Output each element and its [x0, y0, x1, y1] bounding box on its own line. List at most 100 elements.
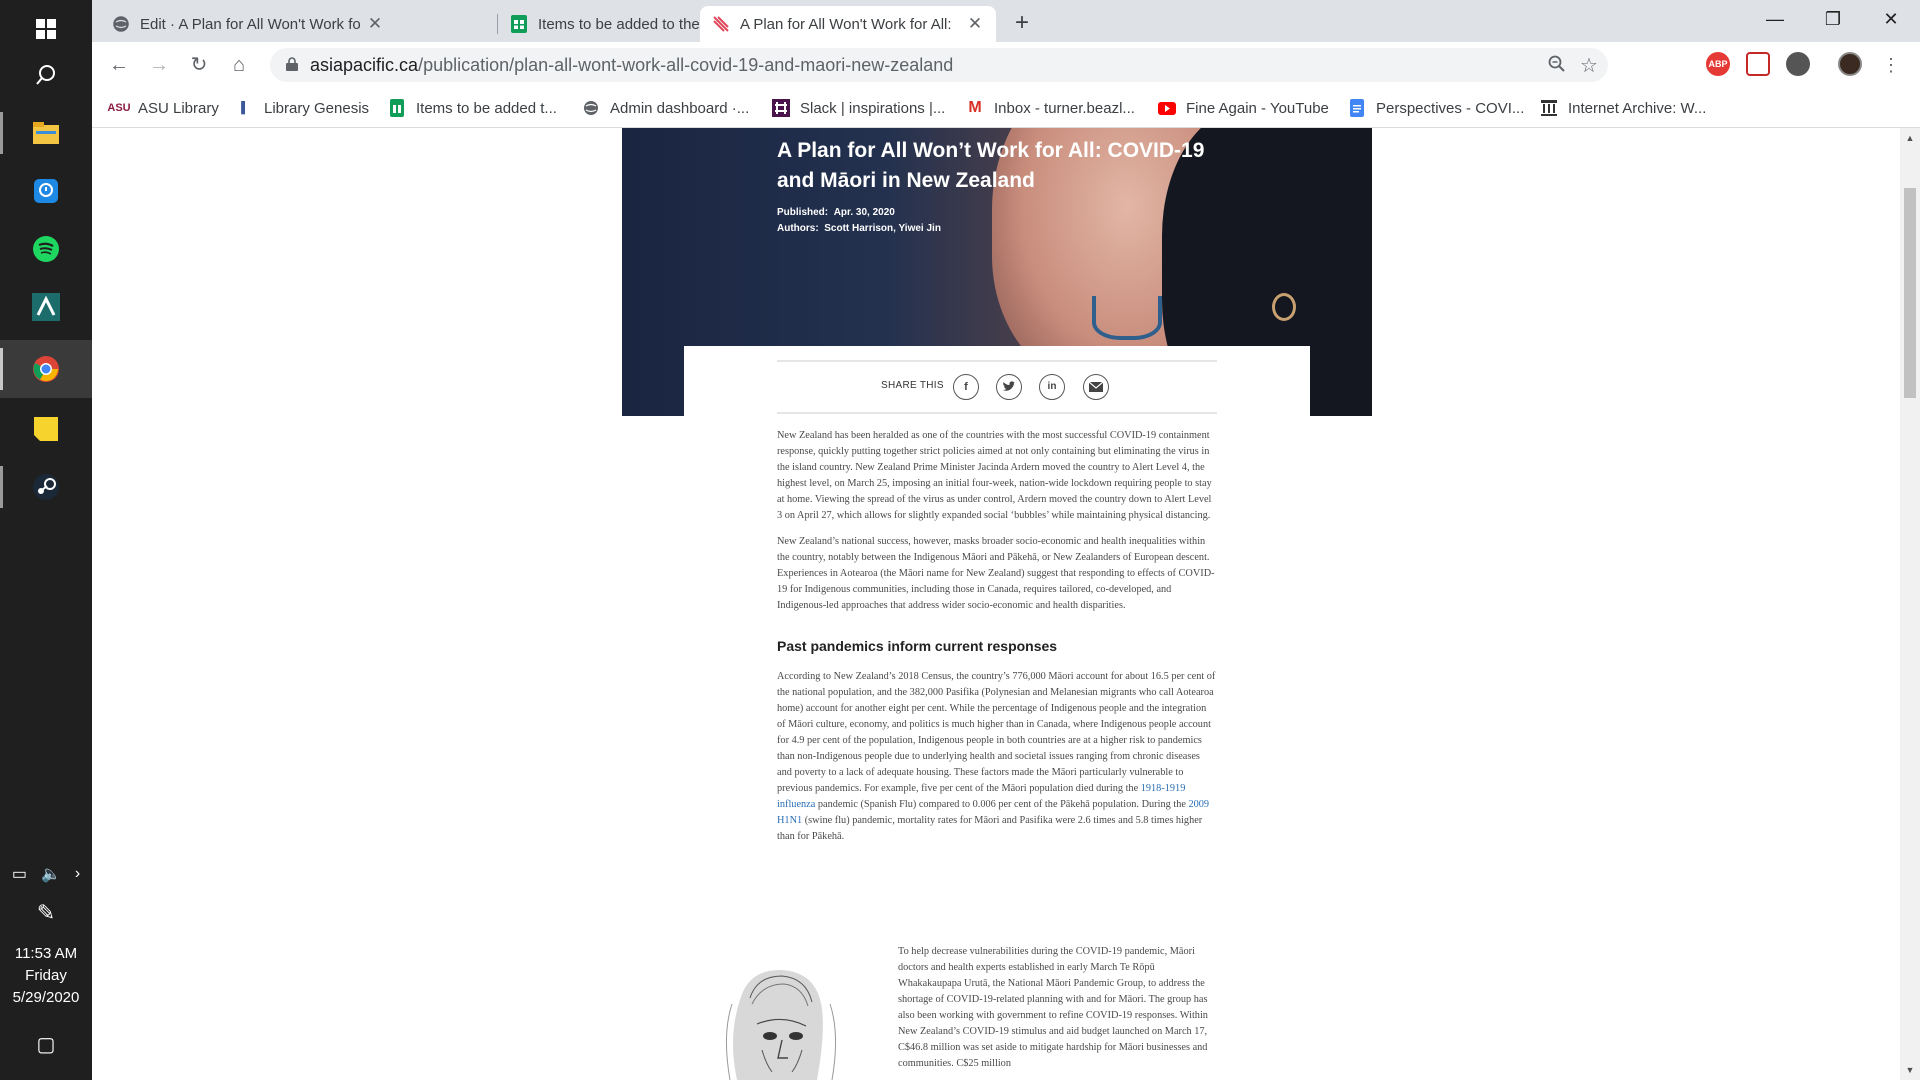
close-tab-icon[interactable]: ✕	[366, 14, 384, 34]
bookmark-items-sheet[interactable]: Items to be added t...	[388, 96, 557, 120]
help-icon[interactable]	[0, 162, 92, 220]
scroll-up-arrow-icon[interactable]: ▲	[1904, 132, 1916, 144]
globe-icon	[112, 15, 130, 33]
bookmark-label: Inbox - turner.beazl...	[994, 99, 1135, 117]
file-explorer-icon[interactable]	[0, 104, 92, 162]
profile-avatar[interactable]	[1838, 52, 1862, 76]
clock-day: Friday	[25, 967, 67, 984]
windows-taskbar: ▭ 🔈 › ✎ 11:53 AM Friday 5/29/2020 ▢	[0, 0, 92, 1080]
back-button[interactable]: ←	[104, 50, 134, 80]
tab-edit-plan[interactable]: Edit · A Plan for All Won't Work fo ✕	[100, 6, 396, 42]
bookmark-perspectives-doc[interactable]: Perspectives - COVI...	[1348, 96, 1524, 120]
tab-title: A Plan for All Won't Work for All:	[740, 15, 952, 33]
new-tab-button[interactable]: +	[1007, 8, 1037, 38]
url-text[interactable]: asiapacific.ca/publication/plan-all-wont…	[310, 48, 953, 82]
steam-icon[interactable]	[0, 458, 92, 516]
app-icon[interactable]	[0, 278, 92, 336]
gmail-icon: M	[968, 99, 982, 116]
system-tray: ▭ 🔈 ›	[0, 864, 92, 884]
close-window-button[interactable]: ✕	[1862, 0, 1920, 40]
reload-button[interactable]: ↻	[184, 50, 214, 80]
scroll-down-arrow-icon[interactable]: ▼	[1904, 1064, 1916, 1076]
twitter-share-icon[interactable]	[996, 374, 1022, 400]
article-body: New Zealand has been heralded as one of …	[777, 428, 1217, 855]
published-label: Published:	[777, 207, 829, 218]
bookmark-label: Internet Archive: W...	[1568, 99, 1707, 117]
paragraph-text: pandemic (Spanish Flu) compared to 0.006…	[815, 799, 1189, 810]
bookmark-star-icon[interactable]: ☆	[1578, 55, 1600, 77]
published-date: Apr. 30, 2020	[833, 207, 895, 218]
sticky-notes-icon[interactable]	[0, 400, 92, 458]
facebook-share-icon[interactable]: f	[953, 374, 979, 400]
clock-time: 11:53 AM	[14, 945, 78, 962]
url-host: asiapacific.ca	[310, 55, 419, 75]
bookmark-label: Fine Again - YouTube	[1186, 99, 1329, 117]
earring-image	[1272, 293, 1296, 321]
tab-strip: Edit · A Plan for All Won't Work fo ✕ It…	[92, 0, 1920, 42]
close-tab-icon[interactable]: ✕	[966, 14, 984, 34]
restore-button[interactable]: ❐	[1804, 0, 1862, 40]
spotify-icon[interactable]	[0, 220, 92, 278]
battery-icon[interactable]: ▭	[12, 864, 27, 884]
authors-list: Scott Harrison, Yiwei Jin	[824, 223, 941, 234]
bookmark-admin-dashboard[interactable]: Admin dashboard ·...	[582, 96, 749, 120]
authors-label: Authors:	[777, 223, 819, 234]
home-icon[interactable]: ⌂	[224, 50, 254, 80]
article-paragraph: New Zealand’s national success, however,…	[777, 536, 1215, 611]
docs-icon	[1348, 99, 1366, 117]
bookmark-label: Admin dashboard ·...	[610, 99, 750, 117]
pen-icon[interactable]: ✎	[0, 900, 92, 926]
extension-icon[interactable]	[1786, 52, 1810, 76]
page-viewport: A Plan for All Won’t Work for All: COVID…	[92, 128, 1900, 1080]
lock-icon[interactable]	[286, 57, 298, 71]
email-share-icon[interactable]	[1083, 374, 1109, 400]
paragraph-text: According to New Zealand’s 2018 Census, …	[777, 671, 1216, 794]
url-path: /publication/plan-all-wont-work-all-covi…	[418, 55, 954, 75]
asu-icon: ASU	[107, 102, 131, 114]
clock-date: 5/29/2020	[12, 989, 80, 1006]
sheets-icon	[388, 99, 406, 117]
search-icon[interactable]	[0, 46, 92, 104]
zoom-icon[interactable]	[1546, 55, 1568, 77]
maori-elder-illustration	[702, 964, 852, 1080]
article-paragraph: According to New Zealand’s 2018 Census, …	[777, 669, 1217, 845]
moko-tattoo-image	[1092, 296, 1162, 340]
tab-title: Edit · A Plan for All Won't Work fo	[140, 15, 361, 33]
adblock-plus-icon[interactable]: ABP	[1706, 52, 1730, 76]
libgen-icon: ▌	[241, 102, 249, 114]
linkedin-share-icon[interactable]: in	[1039, 374, 1065, 400]
chrome-icon[interactable]	[0, 340, 92, 398]
notifications-icon[interactable]: ▢	[0, 1032, 92, 1057]
slack-icon	[772, 99, 790, 117]
scrollbar-thumb[interactable]	[1904, 188, 1916, 398]
bookmark-slack[interactable]: Slack | inspirations |...	[772, 96, 945, 120]
page-scrollbar[interactable]: ▲ ▼	[1900, 128, 1920, 1080]
paragraph-text: (swine flu) pandemic, mortality rates fo…	[777, 815, 1203, 842]
share-label: SHARE THIS	[881, 380, 944, 391]
bookmark-label: Perspectives - COVI...	[1376, 99, 1525, 117]
article-meta: Published: Apr. 30, 2020 Authors: Scott …	[777, 205, 941, 237]
forward-button[interactable]: →	[144, 50, 174, 80]
taskbar-clock[interactable]: 11:53 AM Friday 5/29/2020	[0, 943, 92, 1009]
menu-icon[interactable]: ⋮	[1876, 50, 1906, 80]
tab-plan-for-all-active[interactable]: A Plan for All Won't Work for All: ✕	[700, 6, 996, 42]
bookmark-gmail-inbox[interactable]: M Inbox - turner.beazl...	[966, 96, 1135, 120]
pocket-icon[interactable]	[1746, 52, 1770, 76]
address-bar[interactable]: asiapacific.ca/publication/plan-all-wont…	[270, 48, 1608, 82]
youtube-icon	[1158, 99, 1176, 117]
bookmark-youtube[interactable]: Fine Again - YouTube	[1158, 96, 1329, 120]
bookmark-internet-archive[interactable]: Internet Archive: W...	[1540, 96, 1706, 120]
browser-toolbar: ← → ↻ ⌂ asiapacific.ca/publication/plan-…	[92, 42, 1920, 88]
minimize-button[interactable]: —	[1746, 0, 1804, 40]
browser-chrome: Edit · A Plan for All Won't Work fo ✕ It…	[92, 0, 1920, 128]
archive-icon	[1540, 99, 1558, 117]
bookmark-library-genesis[interactable]: ▌ Library Genesis	[236, 96, 369, 120]
chevron-right-icon[interactable]: ›	[75, 865, 80, 883]
bookmark-label: Items to be added t...	[416, 99, 557, 117]
volume-icon[interactable]: 🔈	[41, 864, 61, 884]
article-title: A Plan for All Won’t Work for All: COVID…	[777, 139, 1205, 192]
bookmark-asu-library[interactable]: ASU ASU Library	[107, 96, 218, 120]
share-bar: SHARE THIS f in	[777, 360, 1217, 414]
article-paragraph: To help decrease vulnerabilities during …	[898, 946, 1208, 1069]
globe-icon	[582, 99, 600, 117]
